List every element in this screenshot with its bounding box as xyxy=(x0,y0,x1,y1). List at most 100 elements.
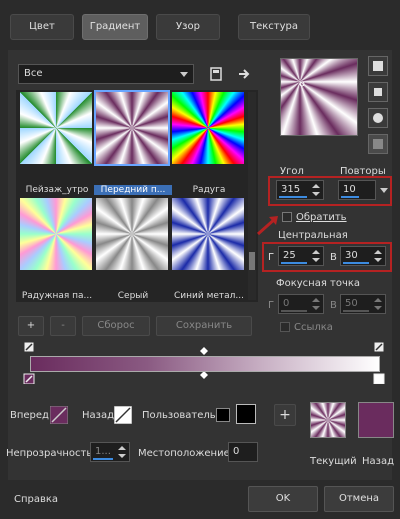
center-h-value: 25 xyxy=(283,250,296,261)
midpoint-diamond-icon[interactable] xyxy=(200,347,208,355)
location-label: Местоположение: xyxy=(138,448,234,459)
current-gradient-swatch[interactable] xyxy=(310,402,346,438)
center-point-icon[interactable] xyxy=(297,79,307,89)
gradient-thumb-label: Передний п... xyxy=(94,185,172,195)
location-input[interactable]: 0 xyxy=(228,442,258,462)
style-rectangular-button[interactable] xyxy=(368,82,388,102)
style-linear-button[interactable] xyxy=(368,56,388,76)
save-button[interactable]: Сохранить xyxy=(156,316,252,336)
center-h-slider-fill xyxy=(281,262,307,264)
focal-label: Фокусная точка xyxy=(276,278,361,289)
spin-arrows-icon[interactable] xyxy=(310,182,322,198)
midpoint-diamond-icon[interactable] xyxy=(200,371,208,379)
focal-h-value: 0 xyxy=(283,298,290,309)
library-options-icon[interactable] xyxy=(208,66,224,82)
gradient-thumb-label: Серый xyxy=(117,291,149,301)
ok-button[interactable]: OK xyxy=(248,486,318,512)
gradient-thumb-label: Радужная па... xyxy=(21,291,93,301)
background-swatch-icon[interactable] xyxy=(114,406,132,424)
focal-v-input[interactable]: 50 xyxy=(340,294,386,314)
center-label: Центральная xyxy=(278,230,348,241)
add-stop-button[interactable]: + xyxy=(274,404,296,426)
radial-style-icon xyxy=(373,139,383,149)
invert-checkbox[interactable] xyxy=(282,212,292,222)
repeats-slider-fill xyxy=(341,196,359,198)
gradient-bar[interactable] xyxy=(30,356,380,372)
color-stop-marker-icon[interactable] xyxy=(23,341,35,353)
back-label: Назад: xyxy=(82,410,118,421)
focal-h-slider-fill xyxy=(281,310,307,312)
color-stop-marker-icon[interactable] xyxy=(373,341,385,353)
focal-v-slider-fill xyxy=(343,310,369,312)
current-label: Текущий xyxy=(310,456,357,467)
annotation-arrow-icon xyxy=(257,216,278,236)
angle-slider-fill xyxy=(279,196,307,198)
gradient-preview-image xyxy=(94,90,170,166)
center-h-input[interactable]: 25 xyxy=(278,246,324,266)
chevron-down-icon[interactable] xyxy=(380,188,388,193)
library-category-dropdown[interactable]: Все xyxy=(18,64,194,84)
spin-arrows-icon[interactable] xyxy=(372,296,384,312)
linear-style-icon xyxy=(373,61,383,71)
center-v-input[interactable]: 30 xyxy=(340,246,386,266)
spin-arrows-icon[interactable] xyxy=(116,444,128,460)
tab-pattern[interactable]: Узор xyxy=(156,14,220,40)
back-color-swatch[interactable] xyxy=(358,402,394,438)
spin-arrows-icon[interactable] xyxy=(310,296,322,312)
sunburst-style-icon xyxy=(373,113,383,123)
gradient-thumb[interactable]: Синий метал... xyxy=(172,198,244,301)
gradient-thumb-label: Синий метал... xyxy=(174,291,244,301)
gradient-thumb[interactable]: Радужная па... xyxy=(20,198,92,301)
back-swatch-label: Назад xyxy=(362,456,395,467)
gradient-gallery: Пейзаж_утро Передний п... Радуга Радужна… xyxy=(16,90,258,302)
add-gradient-button[interactable]: + xyxy=(18,316,44,336)
focal-h-prefix: Г xyxy=(268,300,275,311)
gradient-thumb[interactable]: Передний п... xyxy=(94,90,172,195)
angle-input[interactable]: 315 xyxy=(276,180,324,200)
center-v-slider-fill xyxy=(343,262,369,264)
location-value: 0 xyxy=(233,446,240,457)
scrollbar-thumb[interactable] xyxy=(249,252,255,270)
arrow-right-icon[interactable] xyxy=(236,66,252,82)
forward-label: Вперед: xyxy=(10,410,53,421)
user-label: Пользователь: xyxy=(142,410,220,421)
tab-color[interactable]: Цвет xyxy=(10,14,74,40)
angle-value: 315 xyxy=(281,184,301,195)
invert-label: Обратить xyxy=(296,212,347,223)
gradient-preview xyxy=(280,58,358,136)
user-color-preview[interactable] xyxy=(236,404,256,424)
link-label: Ссылка xyxy=(294,322,333,333)
center-v-prefix: В xyxy=(330,252,337,263)
link-checkbox[interactable] xyxy=(280,322,290,332)
spin-arrows-icon[interactable] xyxy=(372,248,384,264)
user-color-swatch[interactable] xyxy=(216,408,230,422)
opacity-stop-marker-icon[interactable] xyxy=(23,373,35,384)
remove-gradient-button[interactable]: - xyxy=(50,316,76,336)
gradient-thumb[interactable]: Пейзаж_утро xyxy=(20,92,92,195)
opacity-input[interactable]: 1... xyxy=(90,442,130,462)
spin-arrows-icon[interactable] xyxy=(310,248,322,264)
center-h-prefix: Г xyxy=(268,252,275,263)
gradient-preview-image xyxy=(172,92,244,164)
style-radial-button[interactable] xyxy=(368,134,388,154)
foreground-swatch-icon[interactable] xyxy=(50,406,68,424)
tab-gradient[interactable]: Градиент xyxy=(82,14,148,40)
gradient-thumb-label: Радуга xyxy=(192,185,226,195)
gradient-thumb[interactable]: Радуга xyxy=(172,92,244,195)
opacity-stop-marker-icon[interactable] xyxy=(373,373,385,384)
gradient-preview-image xyxy=(172,198,244,270)
gallery-scrollbar[interactable] xyxy=(248,92,256,300)
cancel-button[interactable]: Отмена xyxy=(324,486,394,512)
repeats-input[interactable]: 10 xyxy=(338,180,376,200)
opacity-label: Непрозрачность: xyxy=(6,448,96,459)
focal-h-input[interactable]: 0 xyxy=(278,294,324,314)
style-sunburst-button[interactable] xyxy=(368,108,388,128)
center-v-value: 30 xyxy=(345,250,358,261)
tab-texture[interactable]: Текстура xyxy=(238,14,310,40)
gradient-thumb[interactable]: Серый xyxy=(96,198,168,301)
focal-v-prefix: В xyxy=(330,300,337,311)
repeats-value: 10 xyxy=(343,184,356,195)
reset-button[interactable]: Сборос xyxy=(82,316,150,336)
help-link[interactable]: Справка xyxy=(14,494,58,505)
rectangular-style-icon xyxy=(374,88,382,96)
